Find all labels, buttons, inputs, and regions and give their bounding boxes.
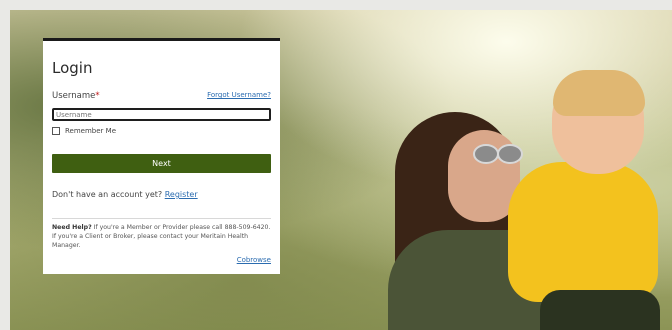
login-title: Login — [52, 59, 93, 77]
cobrowse-link[interactable]: Cobrowse — [237, 256, 271, 264]
photo-baby-hair — [553, 70, 645, 116]
username-input[interactable] — [52, 108, 271, 121]
login-card: Login Username* Forgot Username? Remembe… — [43, 38, 280, 274]
no-account-text: Don't have an account yet? — [52, 190, 163, 199]
help-label: Need Help? — [52, 224, 92, 231]
forgot-username-link[interactable]: Forgot Username? — [207, 91, 271, 99]
remember-me-row[interactable]: Remember Me — [52, 127, 116, 137]
username-label-text: Username — [52, 91, 96, 101]
required-mark: * — [95, 91, 100, 101]
top-border — [0, 0, 672, 10]
photo-baby-jacket — [508, 162, 658, 302]
username-label-row: Username* Forgot Username? — [52, 91, 271, 103]
left-border — [0, 0, 10, 330]
help-text: Need Help? If you're a Member or Provide… — [52, 223, 271, 250]
register-row: Don't have an account yet? Register — [52, 190, 198, 199]
photo-baby-pants — [540, 290, 660, 330]
register-link[interactable]: Register — [165, 190, 198, 199]
remember-me-label: Remember Me — [65, 127, 116, 135]
username-label: Username* — [52, 91, 100, 101]
checkbox-unchecked-icon[interactable] — [52, 127, 60, 135]
photo-sunglasses — [473, 144, 523, 164]
divider — [52, 218, 271, 219]
next-button[interactable]: Next — [52, 154, 271, 173]
